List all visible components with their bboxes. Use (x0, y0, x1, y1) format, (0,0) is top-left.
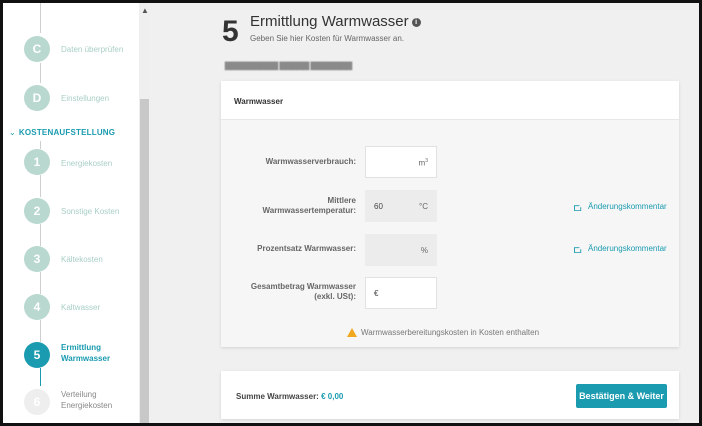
aenderungskommentar-link[interactable]: Änderungskommentar (574, 202, 667, 211)
sidebar-section-kostenaufstellung[interactable]: ⌄ KOSTENAUFSTELLUNG (9, 128, 115, 137)
warmwasserverbrauch-input[interactable]: m3 (365, 146, 437, 178)
sidebar-scrollbar[interactable]: ▲ (139, 3, 150, 423)
gesamtbetrag-warmwasser-input[interactable]: € (365, 277, 437, 309)
warning-note: Warmwasserbereitungskosten in Kosten ent… (347, 328, 540, 338)
step-badge-4[interactable]: 4 (24, 294, 50, 320)
step-connector (40, 224, 41, 246)
card-title: Warmwasser (234, 97, 284, 106)
edit-icon (574, 205, 582, 211)
step-badge-1[interactable]: 1 (24, 149, 50, 175)
field-label-gesamtbetrag-warmwasser: Gesamtbetrag Warmwasser (exkl. USt): (228, 282, 356, 302)
step-badge-d[interactable]: D (24, 85, 50, 111)
step-connector (40, 272, 41, 294)
scrollbar-thumb[interactable] (140, 99, 149, 423)
section-label: KOSTENAUFSTELLUNG (18, 128, 116, 137)
redacted-text: ▇▇▇▇▇▇▇▇▇ ▇▇▇▇▇ ▇▇▇▇▇▇▇ (225, 61, 352, 70)
sidebar-item-label: Verteilung (61, 390, 97, 399)
label-line: (exkl. USt): (314, 292, 356, 301)
field-unit: m3 (418, 158, 428, 168)
step-connector (40, 368, 41, 386)
sidebar-item-label: Warmwasser (61, 354, 111, 363)
field-label-mittlere-warmwassertemperatur: Mittlere Warmwassertemperatur: (228, 196, 356, 216)
step-badge-6[interactable]: 6 (24, 389, 50, 415)
card-body (221, 120, 679, 347)
step-badge-c[interactable]: C (24, 36, 50, 62)
step-connector (40, 63, 41, 83)
confirm-next-button[interactable]: Bestätigen & Weiter (576, 384, 667, 408)
warning-icon (347, 328, 357, 338)
prozentsatz-warmwasser-input: % (365, 234, 437, 266)
step-connector (40, 3, 41, 33)
sidebar-item-label: Ermittlung (61, 343, 101, 352)
step-connector (40, 175, 41, 197)
label-line: Gesamtbetrag Warmwasser (250, 282, 356, 291)
link-label: Änderungskommentar (588, 244, 667, 253)
sidebar-item-sonstige-kosten[interactable]: Sonstige Kosten (61, 207, 119, 216)
step-badge-2[interactable]: 2 (24, 198, 50, 224)
sidebar: C Daten überprüfen D Einstellungen ⌄ KOST… (3, 3, 150, 423)
edit-icon (574, 247, 582, 253)
warning-text: Warmwasserbereitungskosten in Kosten ent… (361, 328, 540, 337)
sidebar-item-einstellungen[interactable]: Einstellungen (61, 94, 109, 103)
page-subtitle: Geben Sie hier Kosten für Warmwasser an. (250, 34, 404, 43)
card-header: Warmwasser (221, 81, 679, 120)
step-badge-3[interactable]: 3 (24, 246, 50, 272)
step-badge-5[interactable]: 5 (24, 342, 50, 368)
aenderungskommentar-link[interactable]: Änderungskommentar (574, 244, 667, 253)
link-label: Änderungskommentar (588, 202, 667, 211)
warmwassertemperatur-input: 60 °C (365, 190, 437, 222)
summary-label: Summe Warmwasser: € 0,00 (236, 392, 343, 401)
app-window: C Daten überprüfen D Einstellungen ⌄ KOST… (0, 0, 702, 426)
page-step-number: 5 (222, 15, 239, 48)
sidebar-item-energiekosten[interactable]: Energiekosten (61, 159, 112, 168)
summary-label-text: Summe Warmwasser: (236, 392, 319, 401)
info-icon[interactable]: i (411, 17, 421, 27)
field-unit: % (420, 246, 428, 255)
sidebar-item-daten-ueberpruefen[interactable]: Daten überprüfen (61, 45, 123, 54)
label-line: Warmwassertemperatur: (262, 206, 356, 215)
page-title: Ermittlung Warmwasser i (250, 13, 421, 30)
field-currency: € (374, 289, 379, 298)
step-connector (40, 141, 41, 149)
sidebar-item-ermittlung-warmwasser[interactable]: Ermittlung Warmwasser (61, 342, 110, 364)
field-unit: °C (419, 202, 428, 211)
scroll-up-arrow-icon[interactable]: ▲ (141, 7, 149, 15)
field-label-warmwasserverbrauch: Warmwasserverbrauch: (265, 157, 356, 166)
sidebar-item-verteilung-energiekosten[interactable]: Verteilung Energiekosten (61, 389, 112, 411)
step-connector (40, 320, 41, 342)
sidebar-item-kaeltekosten[interactable]: Kältekosten (61, 255, 103, 264)
summary-value: € 0,00 (321, 392, 344, 401)
chevron-down-icon: ⌄ (9, 128, 16, 137)
page-title-text: Ermittlung Warmwasser (250, 13, 409, 30)
label-line: Mittlere (327, 196, 356, 205)
field-value: 60 (374, 202, 383, 211)
sidebar-item-kaltwasser[interactable]: Kaltwasser (61, 303, 100, 312)
field-label-prozentsatz-warmwasser: Prozentsatz Warmwasser: (257, 244, 356, 253)
sidebar-item-label: Energiekosten (61, 401, 113, 410)
